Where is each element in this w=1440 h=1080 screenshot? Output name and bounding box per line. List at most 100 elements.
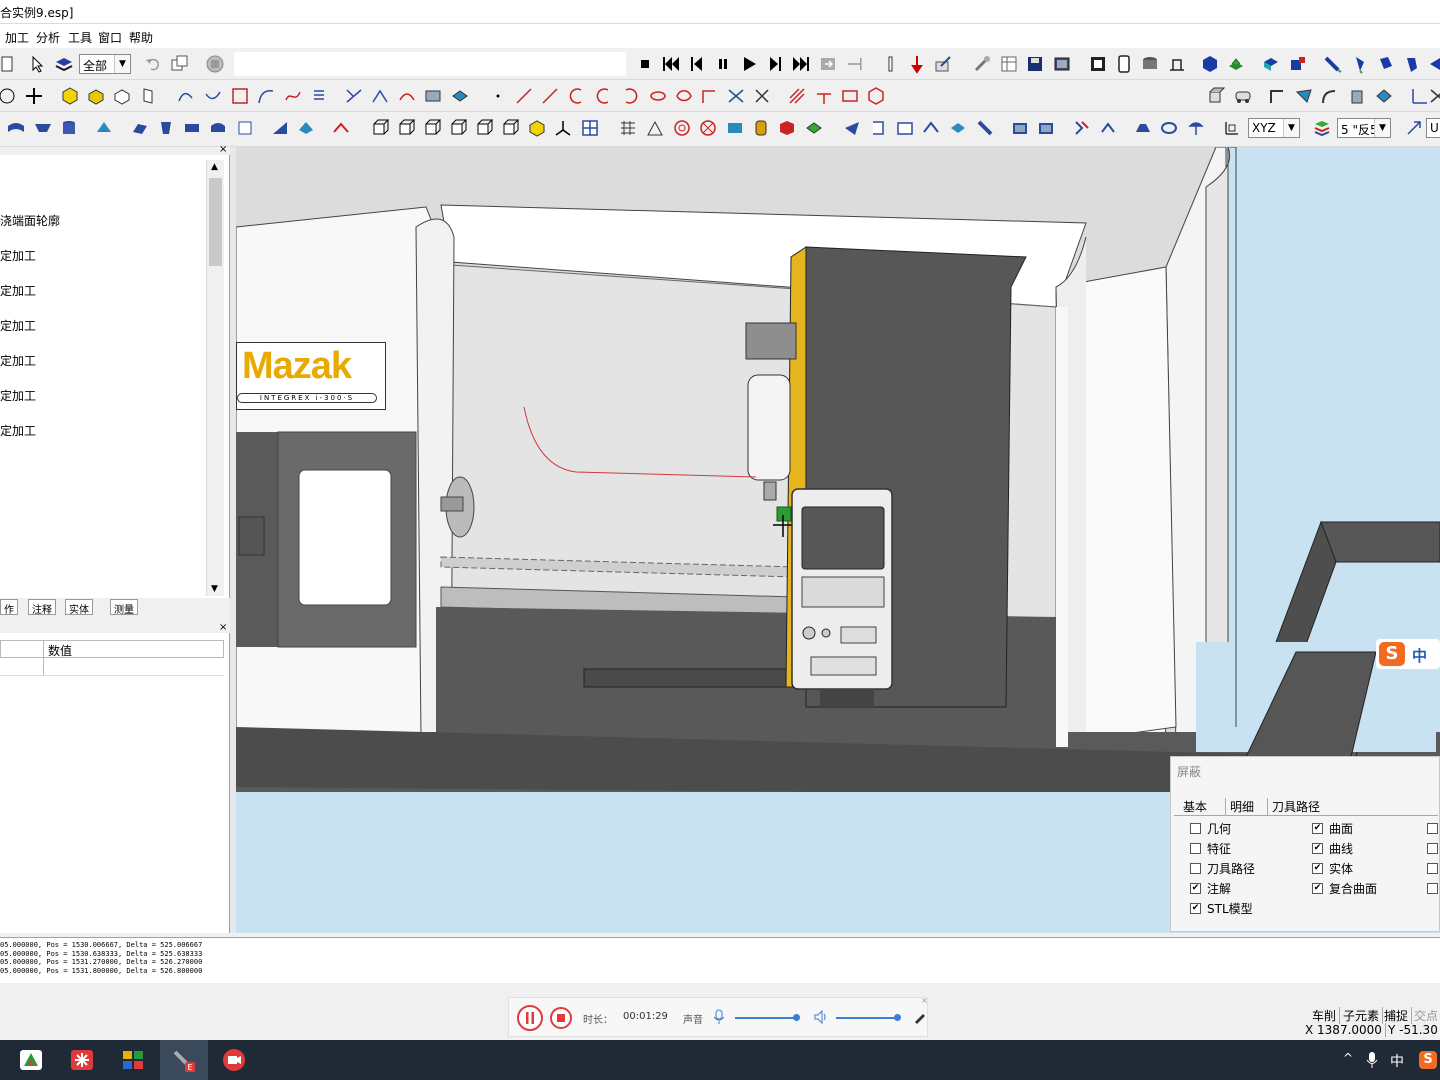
chamfer-icon[interactable]: [868, 118, 888, 138]
tree-item[interactable]: 定加工: [0, 247, 36, 264]
rewind-start-icon[interactable]: [661, 54, 681, 74]
speaker-volume-handle[interactable]: [894, 1014, 901, 1021]
cube-1-icon[interactable]: [370, 118, 390, 138]
status-turning[interactable]: 车削: [1312, 1007, 1341, 1024]
move-cross-icon[interactable]: [24, 86, 44, 106]
circle-icon[interactable]: [0, 86, 18, 106]
microphone-icon[interactable]: [712, 1009, 726, 1025]
close-icon[interactable]: ×: [219, 144, 227, 155]
close-icon[interactable]: ×: [921, 996, 928, 1005]
axis-tripod-icon[interactable]: [553, 118, 573, 138]
solid-box-b-icon[interactable]: [1036, 118, 1056, 138]
tool-more-icon[interactable]: [1426, 54, 1440, 74]
checkbox-extra[interactable]: [1427, 883, 1438, 894]
speaker-icon[interactable]: [813, 1009, 829, 1025]
cylinder-icon[interactable]: [59, 118, 79, 138]
tree-scrollbar[interactable]: ▲ ▼: [206, 160, 224, 596]
sweep-icon[interactable]: [1268, 86, 1288, 106]
undo-icon[interactable]: [143, 54, 163, 74]
tab-annotation[interactable]: 注释: [28, 599, 56, 616]
surface-a-icon[interactable]: [130, 118, 150, 138]
endmill-icon[interactable]: [1376, 54, 1396, 74]
shell-icon[interactable]: [895, 118, 915, 138]
table-view-icon[interactable]: [999, 54, 1019, 74]
lamp-icon[interactable]: [1186, 118, 1206, 138]
part-red-icon[interactable]: [777, 118, 797, 138]
u-combo[interactable]: U: [1426, 118, 1440, 138]
surface-wave-icon[interactable]: [6, 118, 26, 138]
app-1-icon[interactable]: [18, 1048, 44, 1072]
surface-g-icon[interactable]: [296, 118, 316, 138]
cube-yellow-icon[interactable]: [527, 118, 547, 138]
rectangle-icon[interactable]: [840, 86, 860, 106]
blend-icon[interactable]: [1320, 86, 1340, 106]
status-snap[interactable]: 捕捉: [1384, 1007, 1413, 1024]
app-2-icon[interactable]: [69, 1048, 95, 1072]
red-tool-icon[interactable]: [907, 54, 927, 74]
curve-tool-1-icon[interactable]: [176, 86, 196, 106]
stock-icon[interactable]: [1140, 54, 1160, 74]
tab-basic[interactable]: 基本: [1183, 798, 1207, 815]
screen-recorder-app-icon[interactable]: [221, 1048, 247, 1072]
copy-window-icon[interactable]: [169, 54, 189, 74]
checkbox-extra[interactable]: [1427, 823, 1438, 834]
loop-icon[interactable]: [818, 54, 838, 74]
ellipse-icon[interactable]: [648, 86, 668, 106]
extrude-icon[interactable]: [1347, 86, 1367, 106]
edit-tool-icon[interactable]: [933, 54, 953, 74]
tray-ime-label[interactable]: 中: [1390, 1051, 1404, 1071]
circle-target-icon[interactable]: [672, 118, 692, 138]
measure-tool-icon[interactable]: [972, 54, 992, 74]
mirror-icon[interactable]: [726, 86, 746, 106]
mic-volume-handle[interactable]: [793, 1014, 800, 1021]
select-arrow-icon[interactable]: [28, 54, 48, 74]
status-intersection[interactable]: 交点: [1414, 1007, 1438, 1024]
surface-fold-icon[interactable]: [33, 118, 53, 138]
scroll-thumb[interactable]: [209, 178, 222, 266]
checkbox-stl-model[interactable]: ✔: [1190, 903, 1201, 914]
tab-solid[interactable]: 实体: [65, 599, 93, 616]
pen-icon[interactable]: [913, 1010, 927, 1024]
surface-h-icon[interactable]: [331, 118, 351, 138]
coord-icon[interactable]: [1222, 118, 1242, 138]
tool-holder-icon[interactable]: [880, 54, 900, 74]
rect-curve-icon[interactable]: [230, 86, 250, 106]
coord-combo[interactable]: XYZ ▼: [1248, 118, 1300, 138]
checkbox-curve[interactable]: ✔: [1312, 843, 1323, 854]
project-icon[interactable]: [423, 86, 443, 106]
checkbox-feature[interactable]: [1190, 843, 1201, 854]
loft-icon[interactable]: [1294, 86, 1314, 106]
scroll-down-icon[interactable]: ▼: [211, 584, 218, 594]
surface-b-icon[interactable]: [156, 118, 176, 138]
circle-cross-icon[interactable]: [698, 118, 718, 138]
view-car-icon[interactable]: [1233, 86, 1253, 106]
cross-icon[interactable]: [752, 86, 772, 106]
fillet-icon[interactable]: [921, 118, 941, 138]
view-iso-icon[interactable]: [1207, 86, 1227, 106]
layers-stack-icon[interactable]: [1312, 118, 1332, 138]
pause-icon[interactable]: [713, 54, 733, 74]
step-back-icon[interactable]: [687, 54, 707, 74]
tree-item[interactable]: 定加工: [0, 387, 36, 404]
view-combo[interactable]: 5 "反5 ▼: [1337, 118, 1391, 138]
wire-box-icon[interactable]: [112, 86, 132, 106]
point-icon[interactable]: [488, 86, 508, 106]
checkbox-surface[interactable]: ✔: [1312, 823, 1323, 834]
tab-toolpath[interactable]: 刀具路径: [1267, 798, 1320, 815]
tab-detail[interactable]: 明细: [1225, 798, 1254, 815]
flow-a-icon[interactable]: [1072, 118, 1092, 138]
dimension-icon[interactable]: [645, 118, 665, 138]
feature-icon[interactable]: [1261, 54, 1281, 74]
checkbox-toolpath[interactable]: [1190, 863, 1201, 874]
machine-view-icon[interactable]: [1088, 54, 1108, 74]
speaker-volume-slider[interactable]: [836, 1017, 898, 1019]
layer-icon[interactable]: [54, 54, 74, 74]
tree-item[interactable]: 定加工: [0, 352, 36, 369]
tree-item[interactable]: 定加工: [0, 282, 36, 299]
scroll-up-icon[interactable]: ▲: [211, 162, 218, 172]
cube-4-icon[interactable]: [448, 118, 468, 138]
mesh-icon[interactable]: [618, 118, 638, 138]
new-file-icon[interactable]: [0, 54, 18, 74]
tee-icon[interactable]: [814, 86, 834, 106]
surface-icon[interactable]: [450, 86, 470, 106]
